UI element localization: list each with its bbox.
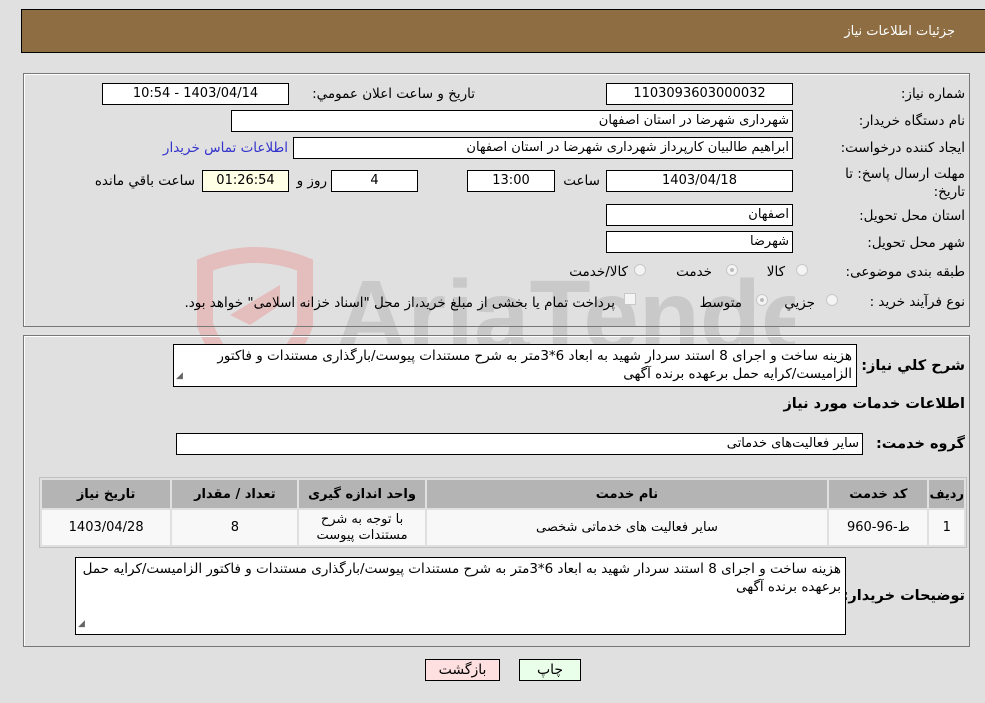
deadline-label-line2: تاريخ: — [933, 184, 965, 200]
purchase-type-label: نوع فرآيند خريد : — [869, 294, 965, 310]
print-button[interactable]: چاپ — [519, 659, 581, 681]
table-header-row: رديف کد خدمت نام خدمت واحد اندازه گيری ت… — [42, 480, 964, 508]
service-group-label: گروه خدمت: — [875, 436, 965, 452]
delivery-province-field: اصفهان — [606, 204, 793, 226]
service-group-field: ساير فعاليت‌های خدماتی — [176, 433, 863, 455]
page-title: جزئيات اطلاعات نياز — [844, 24, 955, 39]
remaining-time-field: 01:26:54 — [202, 170, 289, 192]
delivery-city-field: شهرضا — [606, 231, 793, 253]
services-section-title: اطلاعات خدمات مورد نياز — [783, 396, 965, 412]
treasury-checkbox[interactable] — [624, 293, 636, 305]
category-option-service: خدمت — [676, 264, 712, 280]
col-header-quantity: تعداد / مقدار — [172, 480, 298, 508]
cell-quantity: 8 — [172, 510, 298, 545]
deadline-time-field: 13:00 — [467, 170, 555, 192]
cell-need-date: 1403/04/28 — [42, 510, 171, 545]
resize-grip-icon[interactable]: ◢ — [176, 367, 183, 385]
buyer-org-field: شهرداری شهرضا در استان اصفهان — [231, 110, 793, 132]
requester-field: ابراهيم طالبيان کارپرداز شهرداری شهرضا د… — [293, 137, 793, 159]
remaining-days-label: روز و — [296, 173, 327, 189]
purchase-type-radio-medium[interactable] — [756, 294, 768, 306]
category-radio-goods-service[interactable] — [634, 264, 646, 276]
deadline-time-label: ساعت — [563, 173, 600, 189]
category-label: طبقه بندی موضوعی: — [845, 264, 965, 280]
cell-row-number: 1 — [929, 510, 964, 545]
cell-service-name: ساير فعاليت های خدماتی شخصی — [426, 510, 828, 545]
purchase-type-radio-minor[interactable] — [826, 294, 838, 306]
buyer-notes-label: توضيحات خريدار: — [842, 588, 965, 604]
remaining-days-field: 4 — [331, 170, 418, 192]
table-row: 1 ط-96-960 ساير فعاليت های خدماتی شخصی ب… — [42, 510, 964, 545]
deadline-label-line1: مهلت ارسال پاسخ: تا — [845, 166, 965, 182]
purchase-type-option-medium: متوسط — [699, 295, 742, 311]
requester-label: ايجاد کننده درخواست: — [840, 140, 965, 156]
buyer-notes-textarea[interactable]: هزينه ساخت و اجرای 8 استند سردار شهيد به… — [75, 557, 846, 635]
category-radio-goods[interactable] — [796, 264, 808, 276]
category-option-goods: کالا — [766, 264, 785, 280]
need-number-label: شماره نياز: — [900, 86, 965, 102]
page-header: جزئيات اطلاعات نياز — [21, 9, 985, 53]
description-text: هزينه ساخت و اجرای 8 استند سردار شهيد به… — [217, 348, 852, 382]
category-radio-service[interactable] — [726, 264, 738, 276]
announce-datetime-label: تاريخ و ساعت اعلان عمومي: — [312, 86, 475, 102]
description-textarea[interactable]: هزينه ساخت و اجرای 8 استند سردار شهيد به… — [173, 344, 857, 387]
col-header-service-code: کد خدمت — [829, 480, 928, 508]
need-number-field: 1103093603000032 — [606, 83, 793, 105]
remaining-time-label: ساعت باقي مانده — [94, 173, 195, 189]
delivery-province-label: استان محل تحويل: — [859, 208, 965, 224]
description-label: شرح کلي نياز: — [861, 358, 965, 374]
cell-unit: با توجه به شرح مستندات پيوست — [299, 510, 425, 545]
announce-datetime-field: 1403/04/14 - 10:54 — [102, 83, 289, 105]
cell-service-code: ط-96-960 — [829, 510, 928, 545]
back-button[interactable]: بازگشت — [425, 659, 500, 681]
col-header-need-date: تاريخ نياز — [42, 480, 171, 508]
buyer-org-label: نام دستگاه خريدار: — [858, 113, 965, 129]
services-table: رديف کد خدمت نام خدمت واحد اندازه گيری ت… — [39, 477, 967, 548]
col-header-row-number: رديف — [929, 480, 964, 508]
treasury-note: پرداخت تمام يا بخشی از مبلغ خريد،از محل … — [184, 295, 615, 311]
delivery-city-label: شهر محل تحويل: — [867, 235, 965, 251]
col-header-unit: واحد اندازه گيری — [299, 480, 425, 508]
resize-grip-icon[interactable]: ◢ — [78, 615, 85, 633]
col-header-service-name: نام خدمت — [426, 480, 828, 508]
category-option-goods-service: کالا/خدمت — [569, 264, 628, 280]
purchase-type-option-minor: جزيي — [784, 295, 815, 311]
buyer-notes-text: هزينه ساخت و اجرای 8 استند سردار شهيد به… — [82, 561, 841, 595]
buyer-contact-link[interactable]: اطلاعات تماس خريدار — [163, 140, 288, 156]
deadline-date-field: 1403/04/18 — [606, 170, 793, 192]
